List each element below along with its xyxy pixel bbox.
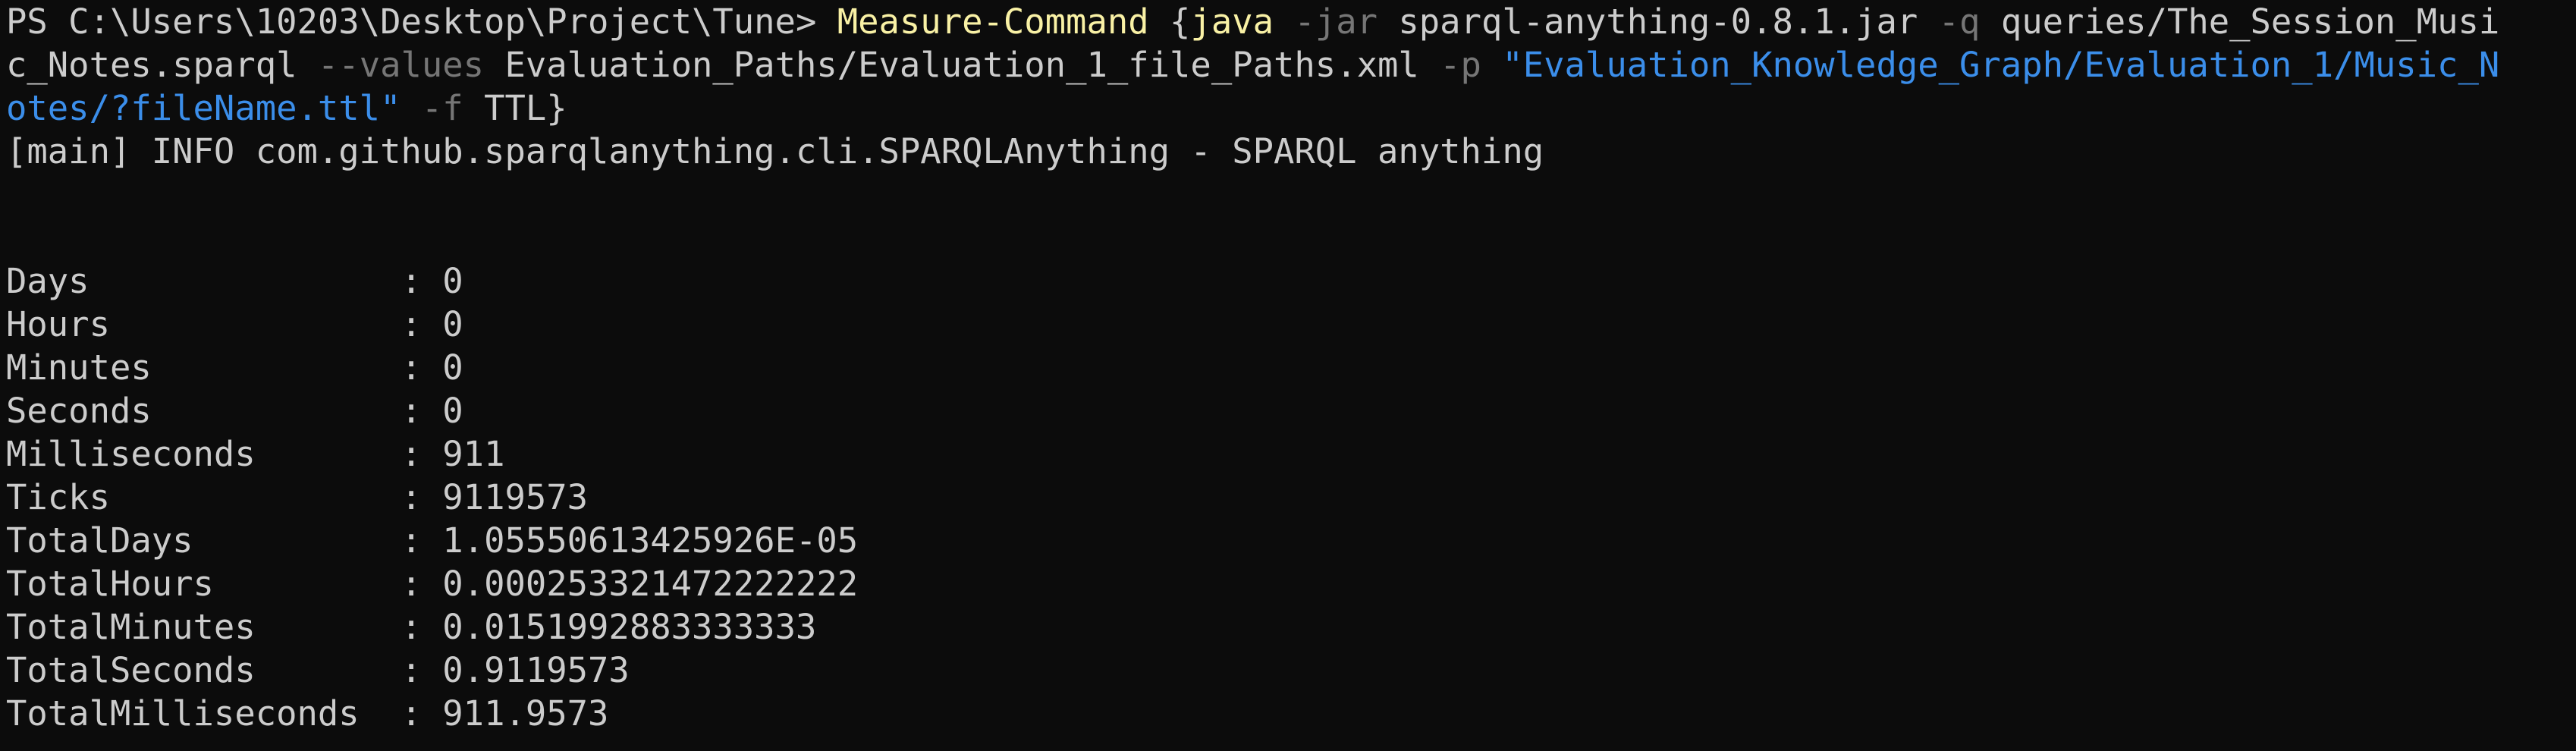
result-value: 1.05550613425926E-05: [442, 520, 859, 561]
result-key: TotalSeconds: [6, 650, 381, 690]
result-row-milliseconds: Milliseconds : 911: [6, 432, 2570, 476]
result-value: 0.000253321472222222: [442, 564, 859, 604]
result-value: 911.9573: [442, 693, 609, 734]
result-row-ticks: Ticks : 9119573: [6, 476, 2570, 519]
command-line-3: otes/?fileName.ttl" -f TTL}: [6, 86, 2570, 130]
query-path-part1: queries/The_Session_Musi: [1980, 2, 2500, 42]
result-value: 0: [442, 347, 463, 388]
result-key: TotalMinutes: [6, 607, 381, 647]
result-row-hours: Hours : 0: [6, 303, 2570, 346]
result-list: Days : 0 Hours : 0 Minutes : 0 Seconds :…: [6, 259, 2570, 735]
result-key: TotalDays: [6, 520, 381, 561]
cmdlet-name: Measure-Command: [837, 2, 1149, 42]
prompt: PS C:\Users\10203\Desktop\Project\Tune>: [6, 2, 837, 42]
result-separator: :: [380, 261, 443, 301]
result-row-totalmilliseconds: TotalMilliseconds : 911.9573: [6, 692, 2570, 735]
result-separator: :: [380, 477, 443, 517]
result-separator: :: [380, 693, 443, 734]
p-argument-part2: otes/?fileName.ttl": [6, 88, 401, 128]
flag-jar: -jar: [1294, 2, 1378, 42]
result-value: 0: [442, 261, 463, 301]
open-brace: {: [1148, 2, 1191, 42]
result-separator: :: [380, 520, 443, 561]
result-key: Ticks: [6, 477, 381, 517]
result-row-totalhours: TotalHours : 0.000253321472222222: [6, 562, 2570, 605]
command-line-1: PS C:\Users\10203\Desktop\Project\Tune> …: [6, 0, 2570, 43]
result-value: 9119573: [442, 477, 589, 517]
result-separator: :: [380, 347, 443, 388]
result-key: Milliseconds: [6, 434, 381, 474]
result-value: 0: [442, 304, 463, 344]
flag-f: -f: [421, 88, 463, 128]
result-row-totalseconds: TotalSeconds : 0.9119573: [6, 649, 2570, 692]
f-argument: TTL}: [463, 88, 567, 128]
result-separator: :: [380, 391, 443, 431]
result-separator: :: [380, 434, 443, 474]
flag-values: --values: [317, 45, 485, 85]
terminal-output[interactable]: PS C:\Users\10203\Desktop\Project\Tune> …: [6, 0, 2570, 751]
jar-argument: sparql-anything-0.8.1.jar: [1378, 2, 1939, 42]
result-separator: :: [380, 650, 443, 690]
result-key: TotalMilliseconds: [6, 693, 381, 734]
result-separator: :: [380, 564, 443, 604]
result-key: TotalHours: [6, 564, 381, 604]
flag-p: -p: [1440, 45, 1481, 85]
result-value: 911: [442, 434, 505, 474]
flag-q: -q: [1938, 2, 1981, 42]
result-key: Minutes: [6, 347, 381, 388]
result-separator: :: [380, 607, 443, 647]
result-value: 0: [442, 391, 463, 431]
result-value: 0.0151992883333333: [442, 607, 817, 647]
result-row-minutes: Minutes : 0: [6, 346, 2570, 389]
log-line: [main] INFO com.github.sparqlanything.cl…: [6, 131, 1544, 171]
result-row-totalminutes: TotalMinutes : 0.0151992883333333: [6, 605, 2570, 649]
command-line-2: c_Notes.sparql --values Evaluation_Paths…: [6, 43, 2570, 86]
result-key: Seconds: [6, 391, 381, 431]
result-value: 0.9119573: [442, 650, 630, 690]
result-key: Days: [6, 261, 381, 301]
p-argument-part1: "Evaluation_Knowledge_Graph/Evaluation_1…: [1502, 45, 2500, 85]
java-exe: java: [1190, 2, 1274, 42]
result-key: Hours: [6, 304, 381, 344]
result-row-totaldays: TotalDays : 1.05550613425926E-05: [6, 519, 2570, 562]
result-row-days: Days : 0: [6, 259, 2570, 303]
values-argument: Evaluation_Paths/Evaluation_1_file_Paths…: [484, 45, 1440, 85]
result-row-seconds: Seconds : 0: [6, 389, 2570, 432]
query-path-part2: c_Notes.sparql: [6, 45, 318, 85]
result-separator: :: [380, 304, 443, 344]
